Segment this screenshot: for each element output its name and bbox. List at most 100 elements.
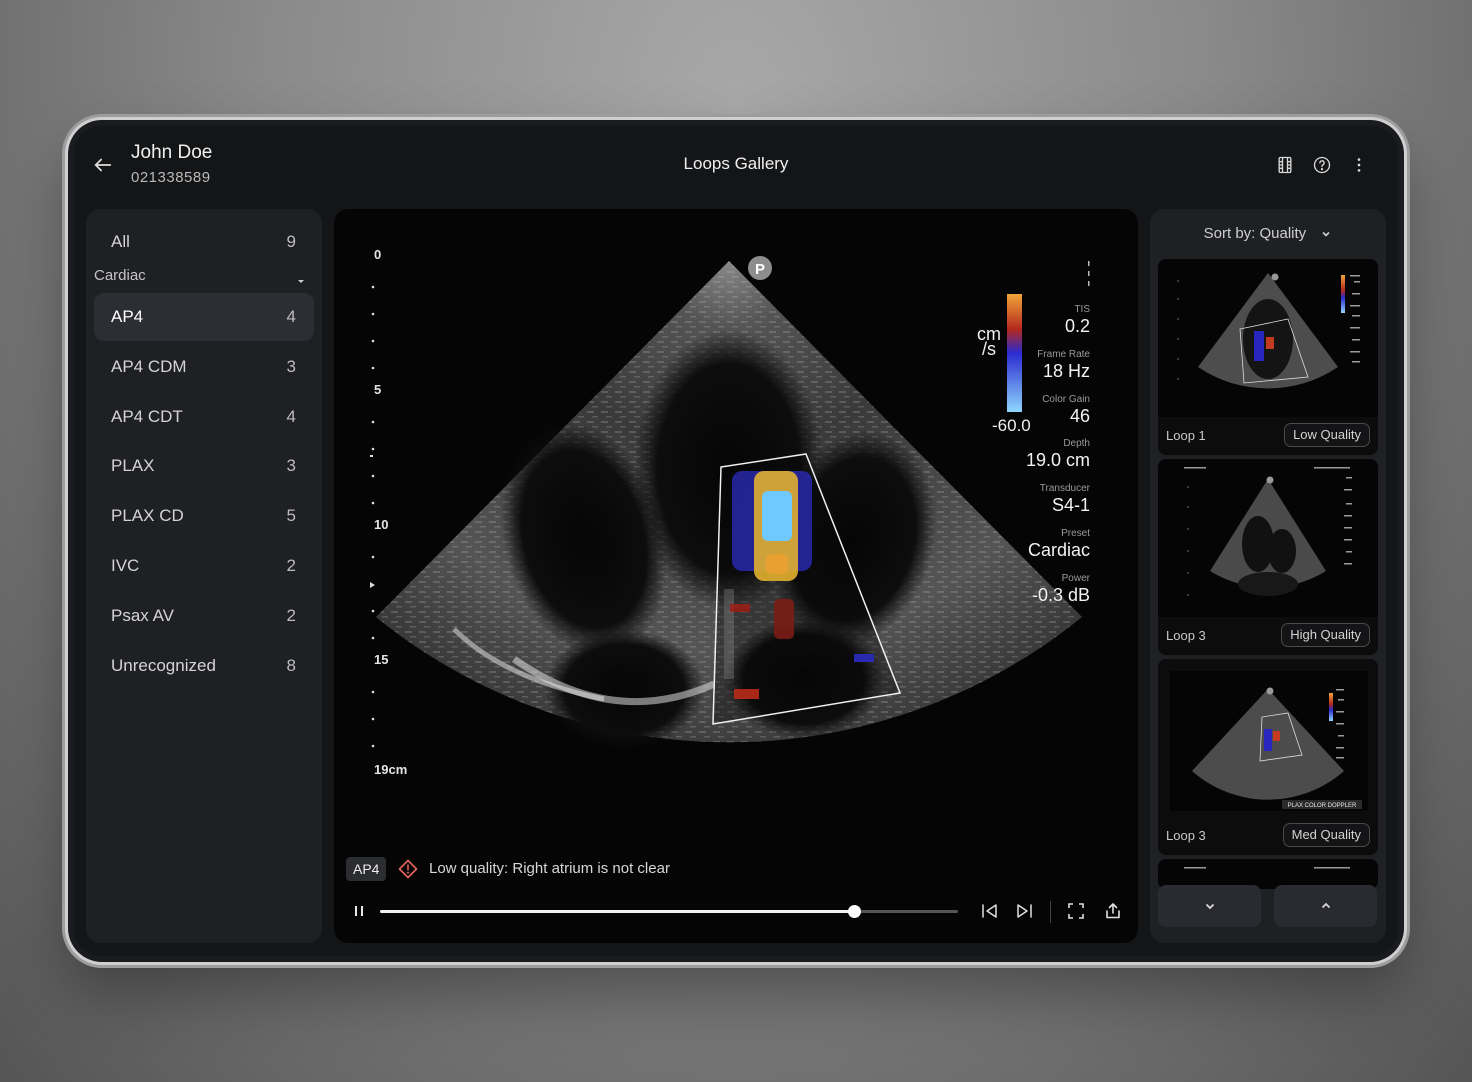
- film-button[interactable]: [1272, 152, 1298, 178]
- playback-controls: [334, 889, 1138, 935]
- loop-viewer: P 0 5 10 15 19cm cm /s -60.0 TIS 0.2 Fra…: [334, 209, 1138, 943]
- quality-badge: High Quality: [1281, 623, 1370, 647]
- fullscreen-icon: [1068, 903, 1084, 919]
- param-value: S4-1: [1051, 495, 1090, 515]
- sidebar-item-plax-cd[interactable]: PLAX CD 5: [94, 492, 314, 540]
- next-frame-button[interactable]: [1011, 897, 1039, 925]
- sidebar-item-ap4-cdt[interactable]: AP4 CDT 4: [94, 393, 314, 441]
- more-vertical-icon: [1357, 158, 1361, 172]
- chevron-up-icon: [1321, 902, 1330, 909]
- sidebar-item-label: Psax AV: [111, 606, 174, 625]
- chevron-down-icon: [1322, 231, 1330, 237]
- color-scale-unit: cm /s: [977, 324, 1001, 359]
- param-label: Preset: [1061, 528, 1090, 539]
- param-value: 0.2: [1064, 316, 1090, 336]
- quality-warning-text: Low quality: Right atrium is not clear: [429, 860, 670, 877]
- previous-frame-button[interactable]: [975, 897, 1003, 925]
- group-cardiac-toggle[interactable]: Cardiac: [94, 267, 314, 287]
- step-back-icon: [982, 904, 997, 918]
- sidebar-item-ivc[interactable]: IVC 2: [94, 542, 314, 590]
- sidebar-item-plax[interactable]: PLAX 3: [94, 442, 314, 490]
- progress-slider[interactable]: [380, 905, 958, 918]
- loop-name: Loop 3: [1166, 628, 1206, 643]
- param-value: 46: [1069, 406, 1090, 426]
- progress-fill: [380, 910, 854, 913]
- ultrasound-image: P: [370, 256, 1090, 749]
- chevron-down-icon: [1205, 903, 1214, 910]
- step-forward-icon: [1017, 904, 1032, 918]
- caret-down-icon: [298, 280, 304, 283]
- param-label: Color Gain: [1042, 394, 1090, 405]
- app-screen: John Doe 021338589 Loops Gallery All 9 C…: [74, 126, 1398, 956]
- sidebar-item-all[interactable]: All 9: [94, 218, 314, 266]
- tablet-frame: John Doe 021338589 Loops Gallery All 9 C…: [68, 120, 1404, 962]
- sidebar-item-label: PLAX CD: [111, 506, 184, 525]
- sidebar-item-label: IVC: [111, 556, 140, 575]
- param-label: Power: [1061, 573, 1090, 584]
- fullscreen-button[interactable]: [1062, 897, 1090, 925]
- controls-divider: [1050, 901, 1051, 923]
- help-button[interactable]: [1309, 152, 1335, 178]
- sidebar-item-count: 4: [286, 407, 296, 426]
- sidebar-item-count: 2: [286, 556, 296, 575]
- quality-badge: Med Quality: [1282, 823, 1370, 847]
- loop-card[interactable]: Loop 3 High Quality: [1158, 459, 1378, 655]
- sidebar-item-label: All: [111, 232, 130, 251]
- group-label: Cardiac: [94, 267, 146, 284]
- sidebar-item-ap4[interactable]: AP4 4: [94, 293, 314, 341]
- sidebar-item-label: PLAX: [111, 456, 155, 475]
- sidebar-item-count: 2: [286, 606, 296, 625]
- sidebar-item-count: 3: [286, 456, 296, 475]
- category-sidebar: All 9 Cardiac AP4 4 AP4 CDM 3 AP4 CDT 4 …: [86, 209, 322, 943]
- sidebar-item-count: 5: [286, 506, 296, 525]
- warning-icon: [398, 859, 418, 879]
- sidebar-item-count: 8: [286, 656, 296, 675]
- loop-name: Loop 3: [1166, 828, 1206, 843]
- film-icon: [1278, 156, 1292, 174]
- param-label: Depth: [1063, 438, 1090, 449]
- pause-button[interactable]: [345, 897, 373, 925]
- page-title: Loops Gallery: [683, 154, 789, 173]
- share-button[interactable]: [1099, 897, 1127, 925]
- sidebar-item-psax-av[interactable]: Psax AV 2: [94, 592, 314, 640]
- orientation-marker: P: [755, 261, 765, 278]
- sidebar-item-label: AP4 CDM: [111, 357, 187, 376]
- param-value: -0.3 dB: [1031, 585, 1090, 605]
- scroll-down-button[interactable]: [1158, 885, 1261, 927]
- loops-gallery-panel: Sort by: Quality Loop 1 Low Quality Loop…: [1150, 209, 1386, 943]
- loop-thumbnail: [1158, 459, 1378, 617]
- sort-label: Sort by: Quality: [1203, 225, 1307, 242]
- sort-dropdown[interactable]: Sort by: Quality: [1150, 225, 1386, 242]
- depth-tick-label: 5: [374, 382, 382, 397]
- depth-tick-label: 19cm: [374, 762, 408, 777]
- loop-tag: PLAX COLOR DOPPLER: [1288, 803, 1357, 809]
- depth-tick-label: 0: [374, 247, 382, 262]
- sidebar-item-unrecognized[interactable]: Unrecognized 8: [94, 642, 314, 690]
- loop-card[interactable]: Loop 1 Low Quality: [1158, 259, 1378, 455]
- depth-tick-label: 10: [374, 517, 389, 532]
- param-label: Transducer: [1039, 483, 1090, 494]
- help-circle-icon: [1313, 156, 1331, 174]
- loop-thumbnail: [1158, 259, 1378, 417]
- quality-badge: Low Quality: [1284, 423, 1370, 447]
- scroll-up-button[interactable]: [1274, 885, 1377, 927]
- param-label: TIS: [1074, 304, 1090, 315]
- loop-card[interactable]: PLAX COLOR DOPPLER Loop 3 Med Quality: [1158, 659, 1378, 855]
- app-header: John Doe 021338589 Loops Gallery: [74, 126, 1398, 208]
- progress-thumb[interactable]: [847, 905, 861, 918]
- sidebar-item-ap4-cdm[interactable]: AP4 CDM 3: [94, 343, 314, 391]
- param-label: Frame Rate: [1037, 349, 1090, 360]
- pause-icon: [355, 906, 363, 916]
- param-value: 19.0 cm: [1025, 450, 1090, 470]
- sidebar-item-count: 9: [286, 232, 296, 251]
- sidebar-item-label: AP4: [111, 307, 144, 326]
- view-badge: AP4: [346, 857, 387, 881]
- sidebar-item-label: AP4 CDT: [111, 407, 183, 426]
- color-scale-min: -60.0: [992, 416, 1031, 435]
- sidebar-item-count: 4: [286, 307, 296, 326]
- more-button[interactable]: [1346, 152, 1372, 178]
- color-scale-bar: [1007, 294, 1022, 412]
- sidebar-item-label: Unrecognized: [111, 656, 216, 675]
- param-value: Cardiac: [1027, 540, 1090, 560]
- share-icon: [1106, 903, 1120, 919]
